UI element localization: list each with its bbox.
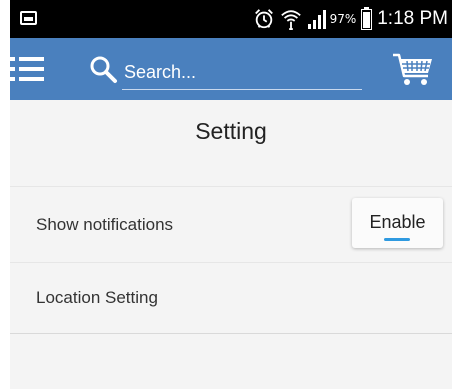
alarm-icon xyxy=(254,9,273,29)
menu-button[interactable] xyxy=(10,52,48,86)
enable-button-label: Enable xyxy=(369,212,426,232)
title-bar: Setting xyxy=(10,100,452,162)
setting-label-location: Location Setting xyxy=(36,288,158,307)
battery-icon xyxy=(361,6,373,30)
search-button[interactable] xyxy=(88,54,118,84)
battery-percent: 97% xyxy=(329,12,357,26)
status-bar-right: 97% 1:18 PM xyxy=(253,0,448,38)
page-title: Setting xyxy=(195,117,267,144)
cart-icon xyxy=(393,53,432,85)
image-notification-icon xyxy=(20,11,37,25)
search-icon xyxy=(90,56,117,83)
setting-label-notifications: Show notifications xyxy=(36,214,174,234)
app-bar xyxy=(10,38,452,100)
enable-indicator xyxy=(384,238,410,241)
wifi-icon xyxy=(280,10,301,30)
cart-button[interactable] xyxy=(392,52,434,88)
signal-icon xyxy=(307,10,326,29)
setting-row-notifications: Show notifications Enable xyxy=(10,186,452,262)
menu-icon xyxy=(10,57,44,81)
enable-notifications-button[interactable]: Enable xyxy=(352,198,443,248)
setting-row-location[interactable]: Location Setting xyxy=(10,262,452,334)
status-bar: 97% 1:18 PM xyxy=(10,0,452,38)
search-input[interactable] xyxy=(122,56,362,90)
status-time: 1:18 PM xyxy=(377,8,448,29)
app-screen: 97% 1:18 PM Search... Setting Show notif… xyxy=(10,0,452,389)
